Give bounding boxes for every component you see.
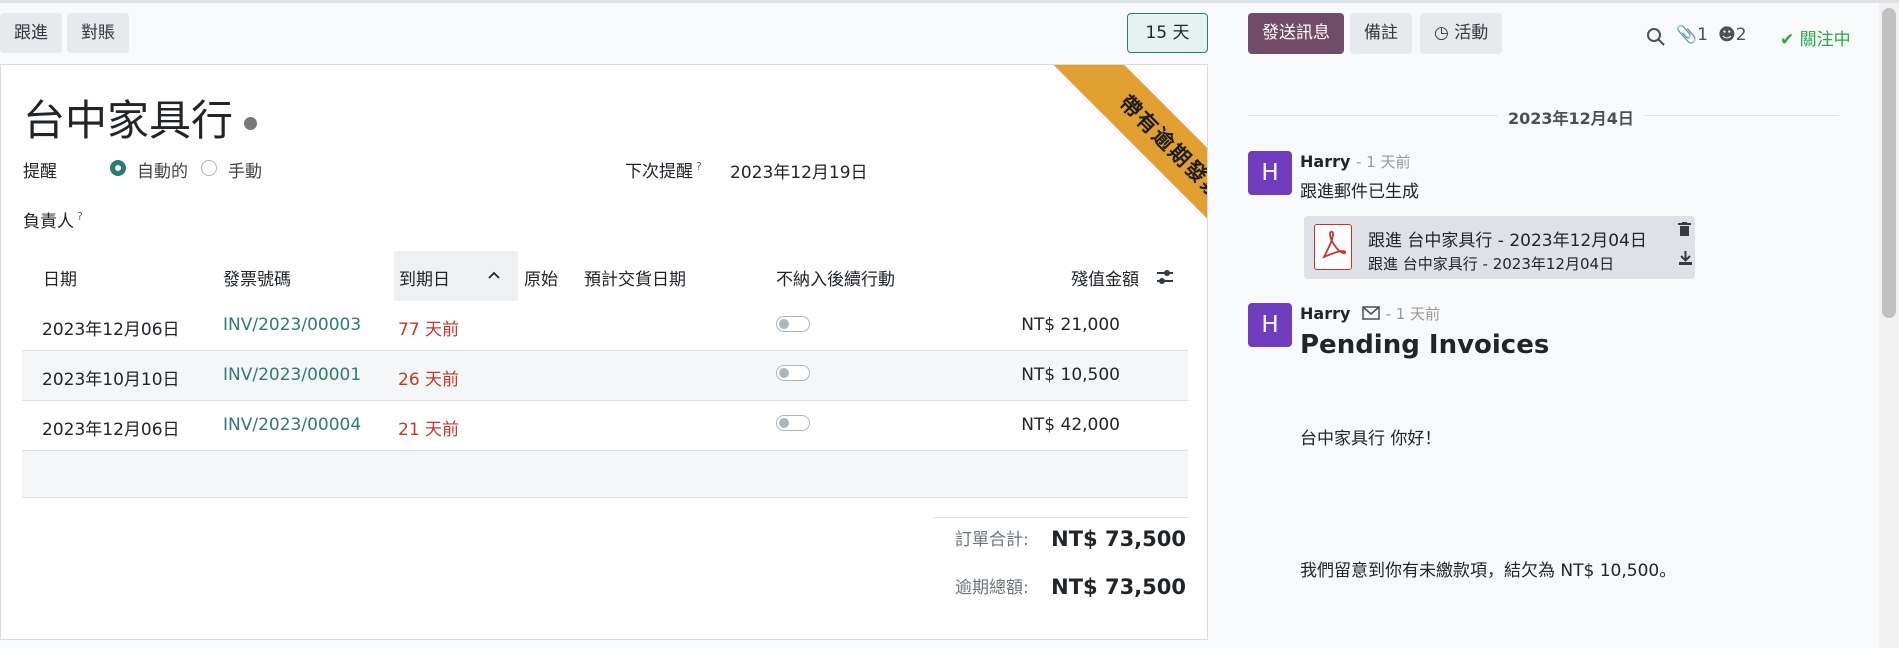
author-name[interactable]: Harry [1300,304,1350,323]
exclude-toggle[interactable] [776,365,810,381]
avatar[interactable]: H [1248,151,1292,195]
download-icon[interactable] [1678,250,1693,265]
followers-button[interactable]: ☻2 [1718,25,1747,45]
reconcile-button[interactable]: 對賬 [67,13,129,53]
paperclip-icon: 📎 [1676,25,1698,45]
total-value: NT$ 73,500 [1051,527,1186,551]
cell-date: 2023年12月06日 [42,420,180,440]
cell-invoice[interactable]: INV/2023/00001 [223,365,361,385]
column-settings-icon[interactable] [1156,268,1174,286]
radio-automatic[interactable] [110,160,126,176]
message-author: Harry - 1 天前 [1300,303,1440,324]
col-excluded[interactable]: 不納入後續行動 [776,265,895,290]
cell-date: 2023年10月10日 [42,370,180,390]
message-body: 跟進郵件已生成 [1300,182,1419,202]
exclude-toggle[interactable] [776,316,810,332]
message-body: 我們留意到你有未繳款項，結欠為 NT$ 10,500。 [1300,561,1677,581]
help-tooltip-icon[interactable]: ? [696,160,702,173]
totals-divider [933,517,1189,518]
message-time: - 1 天前 [1355,153,1411,171]
clock-icon: ◷ [1434,23,1449,43]
table-row[interactable]: 2023年12月06日 INV/2023/00003 77 天前 NT$ 21,… [22,301,1188,350]
followup-button[interactable]: 跟進 [0,13,62,53]
col-origin[interactable]: 原始 [524,265,558,290]
cell-due: 26 天前 [398,370,460,390]
overdue-value: NT$ 73,500 [1051,575,1186,599]
radio-manual[interactable] [201,160,217,176]
message-greeting: 台中家具行 你好！ [1300,429,1442,449]
radio-automatic-label[interactable]: 自動的 [137,157,188,182]
help-tooltip-icon[interactable]: ? [77,210,83,223]
send-message-button[interactable]: 發送訊息 [1248,13,1344,54]
date-separator-line [1248,115,1508,116]
overdue-label: 逾期總額: [955,578,1029,598]
avatar[interactable]: H [1248,303,1292,347]
attachments-button[interactable]: 📎1 [1676,25,1708,45]
attachment-card[interactable]: 跟進 台中家具行 - 2023年12月04日 跟進 台中家具行 - 2023年1… [1304,216,1695,279]
user-icon: ☻ [1718,25,1736,45]
attachment-title: 跟進 台中家具行 - 2023年12月04日 [1368,231,1647,251]
activity-button[interactable]: ◷ 活動 [1420,13,1503,54]
exclude-toggle[interactable] [776,415,810,431]
next-reminder-date[interactable]: 2023年12月19日 [730,158,868,183]
chatter-panel: 發送訊息 備註 ◷ 活動 📎1 ☻2 ✔ 關注中 2023年12月4日 H Ha… [1208,3,1879,648]
follower-count: 2 [1735,25,1747,45]
cell-amount: NT$ 42,000 [1021,415,1120,435]
total-label: 訂單合計: [955,530,1029,550]
cell-due: 77 天前 [398,320,460,340]
col-invoice[interactable]: 發票號碼 [223,265,291,290]
col-residual[interactable]: 殘值金額 [1071,265,1139,290]
reminder-label: 提醒 [23,162,57,182]
activity-label: 活動 [1454,23,1489,43]
pdf-icon [1314,224,1352,270]
author-name[interactable]: Harry [1300,152,1350,171]
date-separator-line [1613,115,1839,116]
trash-icon[interactable] [1678,222,1691,237]
form-sheet: 帶有逾期發票 台中家具行 提醒 自動的 手動 下次提醒? 2023年12月19日… [0,64,1208,640]
status-dot [244,117,257,130]
next-reminder-label: 下次提醒? [625,157,702,182]
scrollbar-thumb[interactable] [1882,8,1896,318]
chevron-up-icon[interactable] [487,270,501,280]
envelope-icon [1362,306,1380,320]
message-time: - 1 天前 [1385,305,1441,323]
cell-amount: NT$ 21,000 [1021,315,1120,335]
cell-invoice[interactable]: INV/2023/00003 [223,315,361,335]
log-note-button[interactable]: 備註 [1350,13,1412,54]
days-overdue-button[interactable]: 15 天 [1127,13,1208,53]
message-heading: Pending Invoices [1300,330,1550,360]
overdue-ribbon: 帶有逾期發票 [1007,65,1207,265]
cell-amount: NT$ 10,500 [1021,365,1120,385]
table-empty-row [22,451,1188,497]
table-row[interactable]: 2023年10月10日 INV/2023/00001 26 天前 NT$ 10,… [22,351,1188,400]
partner-name: 台中家具行 [23,96,234,145]
following-button[interactable]: ✔ 關注中 [1780,25,1851,50]
col-due-date[interactable]: 到期日 [399,265,450,290]
col-date[interactable]: 日期 [43,265,77,290]
date-separator: 2023年12月4日 [1498,105,1644,129]
attachment-filename: 跟進 台中家具行 - 2023年12月04日 [1368,255,1615,273]
cell-invoice[interactable]: INV/2023/00004 [223,415,361,435]
message-author: Harry - 1 天前 [1300,151,1410,172]
responsible-text: 負責人 [23,212,74,232]
cell-due: 21 天前 [398,420,460,440]
ribbon-label: 帶有逾期發票 [1051,65,1207,265]
responsible-label: 負責人? [23,207,83,232]
search-icon[interactable] [1646,27,1665,46]
attachment-count: 1 [1697,25,1708,45]
check-icon: ✔ [1780,30,1795,50]
radio-manual-label[interactable]: 手動 [228,157,262,182]
col-expected-date[interactable]: 預計交貨日期 [584,265,686,290]
table-row[interactable]: 2023年12月06日 INV/2023/00004 21 天前 NT$ 42,… [22,401,1188,450]
cell-date: 2023年12月06日 [42,320,180,340]
following-label: 關注中 [1799,30,1851,50]
next-reminder-text: 下次提醒 [625,162,693,182]
table-bottom-border [22,497,1188,498]
